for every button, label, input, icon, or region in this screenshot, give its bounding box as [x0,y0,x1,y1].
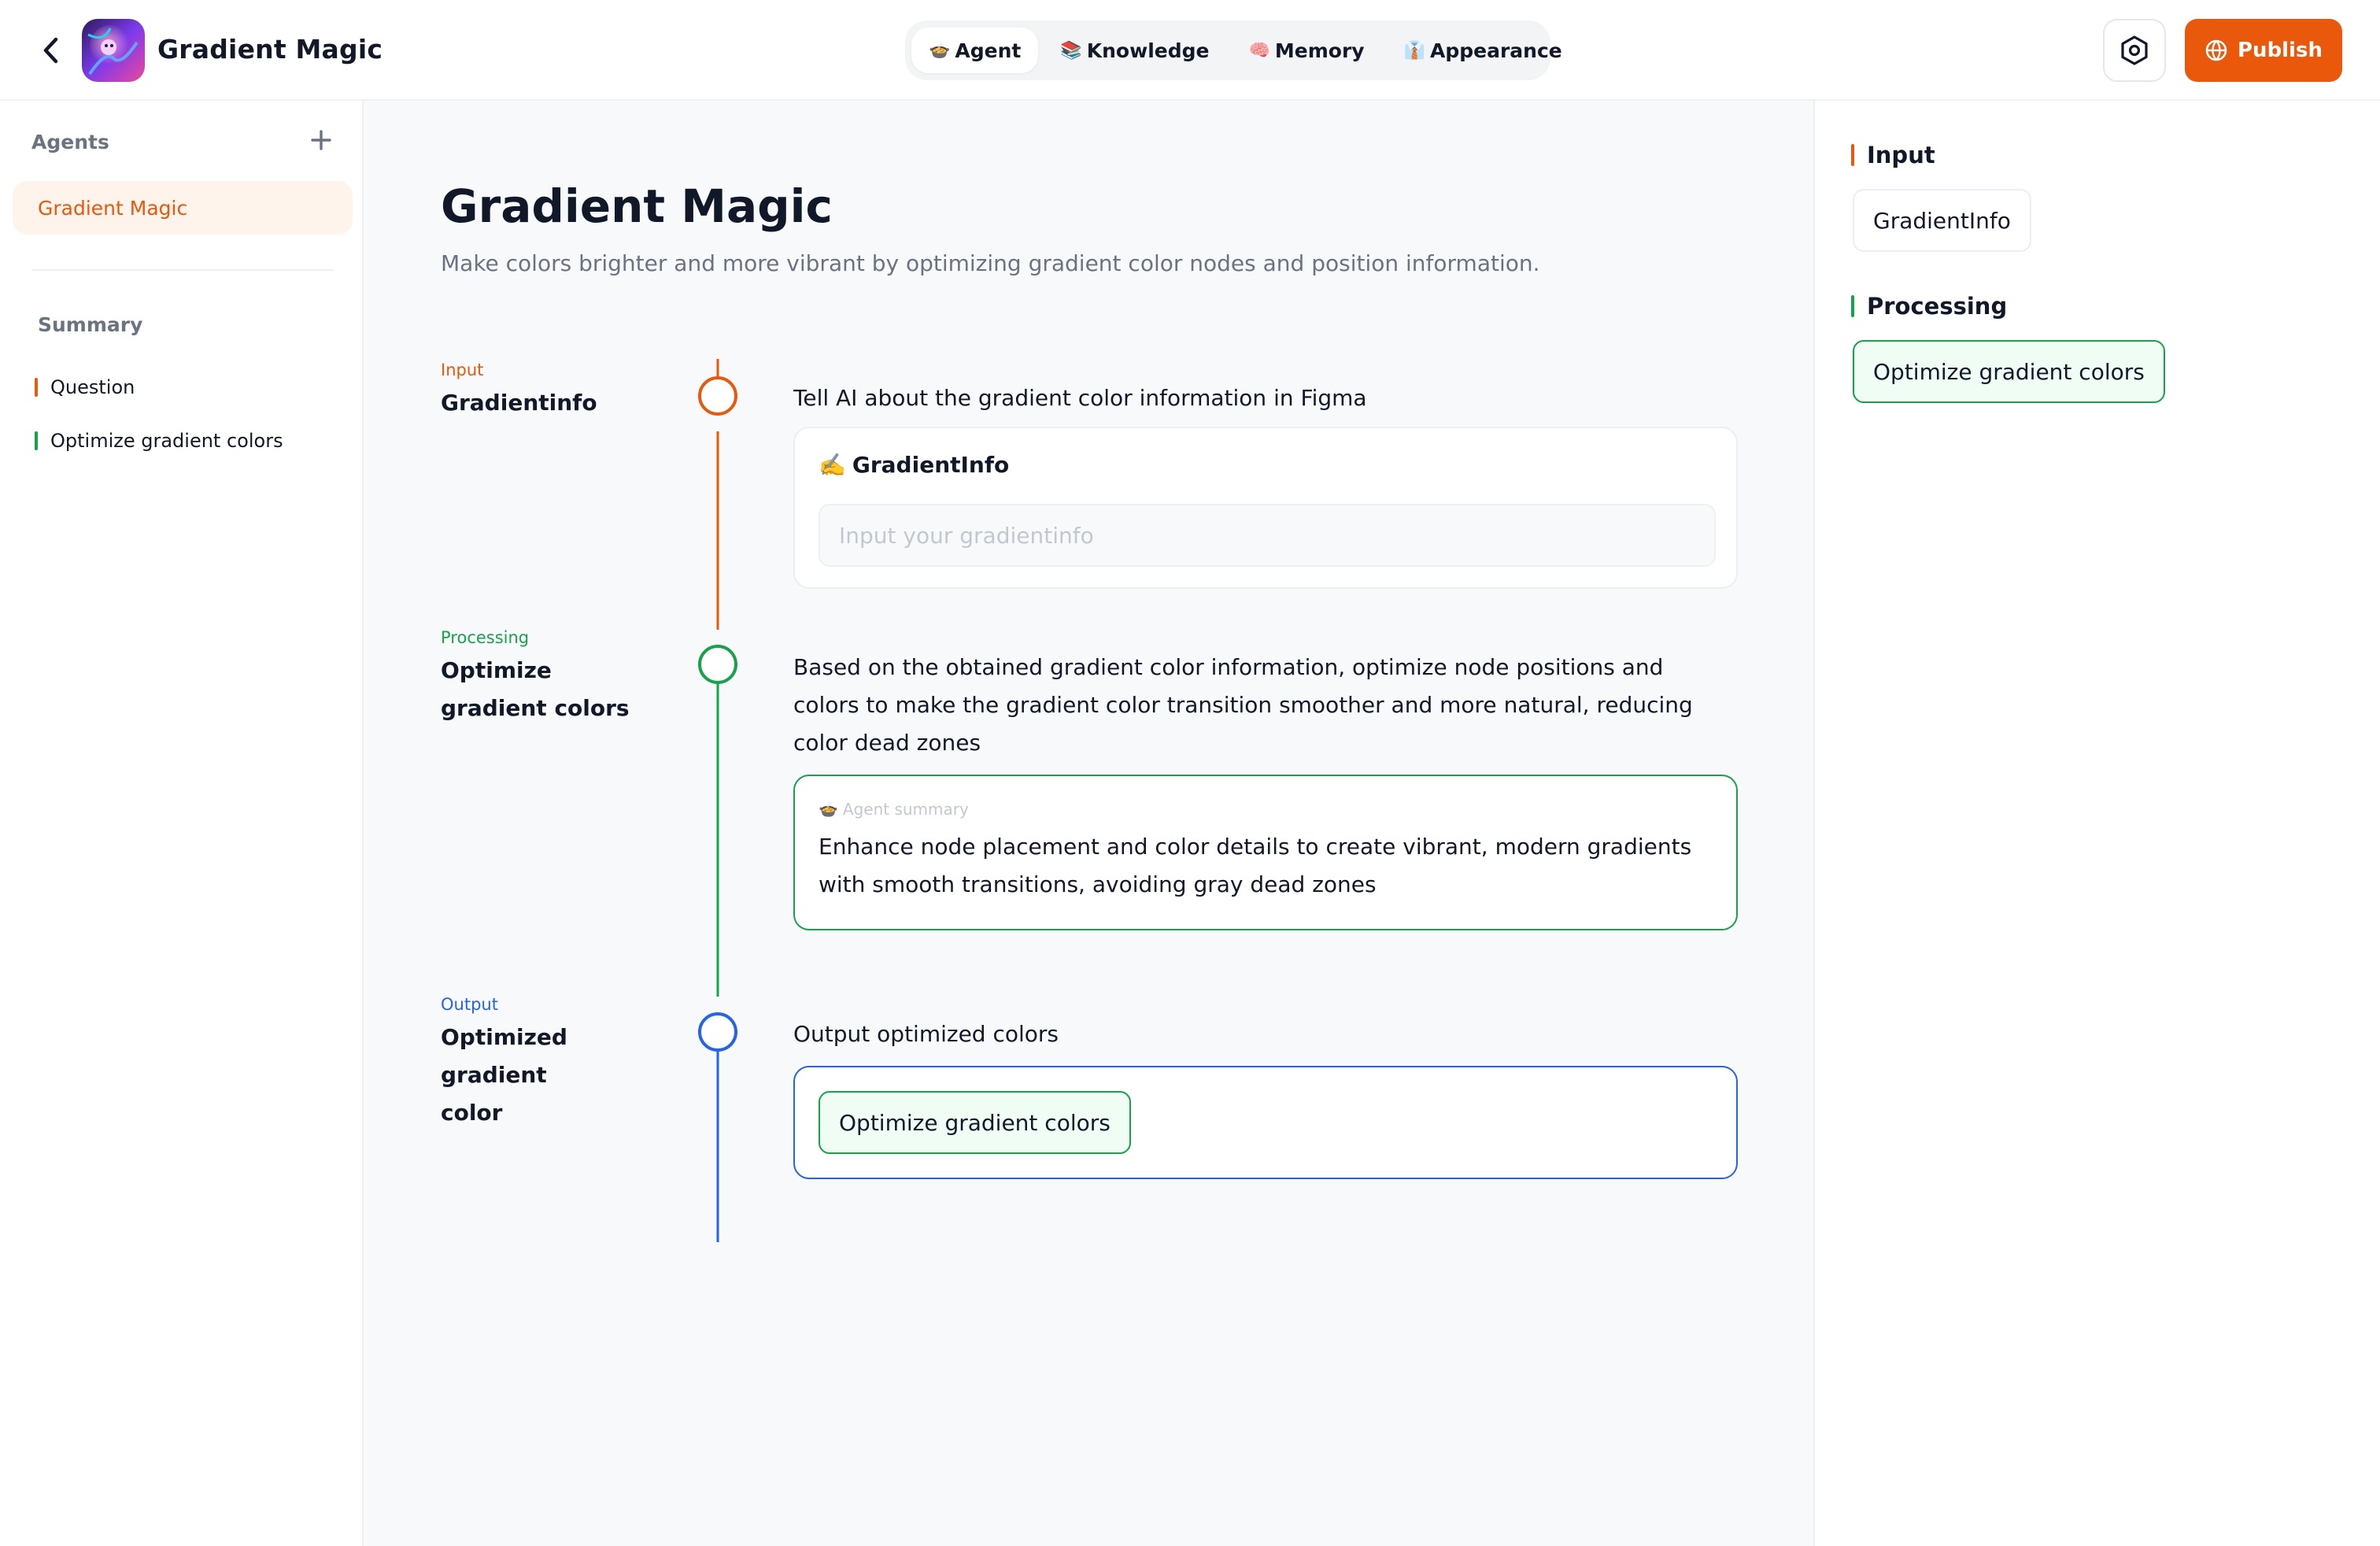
right-processing-item[interactable]: Optimize gradient colors [1853,340,2165,403]
step-instruction-input: Tell AI about the gradient color informa… [793,385,1367,411]
top-tab-bar: 🍲 Agent 📚 Knowledge 🧠 Memory 👔 Appearanc… [905,20,1562,80]
settings-hexagon-icon [2121,35,2148,65]
tab-memory[interactable]: 🧠 Memory [1231,28,1381,73]
back-arrow-icon[interactable] [35,35,66,66]
summary-item-optimize[interactable]: Optimize gradient colors [35,425,283,457]
agent-summary-title: Agent summary [842,800,969,819]
pot-icon: 🍲 [929,40,951,61]
left-sidebar: Agents Gradient Magic Summary Question O… [0,101,364,1546]
sidebar-divider [31,269,334,271]
tab-label: Memory [1274,39,1365,62]
sidebar-item-label: Gradient Magic [38,196,188,220]
right-input-item[interactable]: GradientInfo [1853,189,2031,252]
summary-item-label: Optimize gradient colors [50,430,283,452]
writing-hand-icon: ✍️ [819,452,846,478]
right-input-heading-label: Input [1867,142,1935,168]
agent-avatar [82,19,145,82]
tab-knowledge[interactable]: 📚 Knowledge [1043,28,1226,73]
step-name-input: Gradientinfo [441,390,597,416]
settings-button[interactable] [2103,19,2166,82]
tab-label: Agent [955,39,1022,62]
step-tag-output: Output [441,995,498,1014]
suit-icon: 👔 [1403,40,1425,61]
tab-label: Appearance [1429,39,1562,62]
right-processing-heading-label: Processing [1867,293,2008,320]
tab-appearance[interactable]: 👔 Appearance [1387,28,1580,73]
step-tag-processing: Processing [441,628,530,647]
step-instruction-processing: Based on the obtained gradient color inf… [793,654,1693,756]
brain-icon: 🧠 [1248,40,1270,61]
summary-item-question[interactable]: Question [35,372,135,403]
input-card-title: GradientInfo [852,452,1010,478]
right-input-heading: Input [1851,142,1935,168]
tab-label: Knowledge [1086,39,1210,62]
input-card-label: ✍️ GradientInfo [819,452,1009,478]
right-processing-heading: Processing [1851,293,2007,320]
pot-icon: 🍲 [819,800,838,819]
sidebar-item-gradient-magic[interactable]: Gradient Magic [13,181,353,235]
heading-color-bar [1851,295,1854,317]
top-header: Gradient Magic 🍲 Agent 📚 Knowledge 🧠 Mem… [0,0,2380,101]
summary-section-label: Summary [38,313,143,336]
gradientinfo-input[interactable] [819,504,1716,567]
processing-step-node [698,645,737,684]
step-name-processing: Optimize gradient colors [441,657,630,721]
books-icon: 📚 [1060,40,1082,61]
publish-button[interactable]: Publish [2185,19,2342,82]
output-step-node [698,1012,737,1052]
output-card: Optimize gradient colors [793,1066,1738,1179]
input-card: ✍️ GradientInfo [793,427,1738,589]
summary-color-bar [35,378,38,397]
summary-color-bar [35,431,38,450]
add-agent-icon[interactable] [305,124,337,156]
input-step-node [698,376,737,416]
output-chip-optimize[interactable]: Optimize gradient colors [819,1091,1131,1154]
agent-summary-text: Enhance node placement and color details… [819,834,1692,897]
heading-color-bar [1851,144,1854,166]
step-name-output: Optimized gradient color [441,1024,567,1126]
summary-item-label: Question [50,376,135,398]
right-panel: Input GradientInfo Processing Optimize g… [1813,101,2380,1546]
app-title: Gradient Magic [157,34,383,65]
main-content: Gradient Magic Make colors brighter and … [364,101,1813,1546]
step-tag-input: Input [441,361,484,379]
agents-section-label: Agents [31,131,109,153]
globe-icon [2205,39,2227,61]
agent-summary-label: 🍲 Agent summary [819,800,969,819]
tab-agent[interactable]: 🍲 Agent [911,28,1039,73]
publish-label: Publish [2238,39,2323,62]
step-instruction-output: Output optimized colors [793,1021,1059,1047]
agent-summary-card: 🍲 Agent summary Enhance node placement a… [793,775,1738,930]
